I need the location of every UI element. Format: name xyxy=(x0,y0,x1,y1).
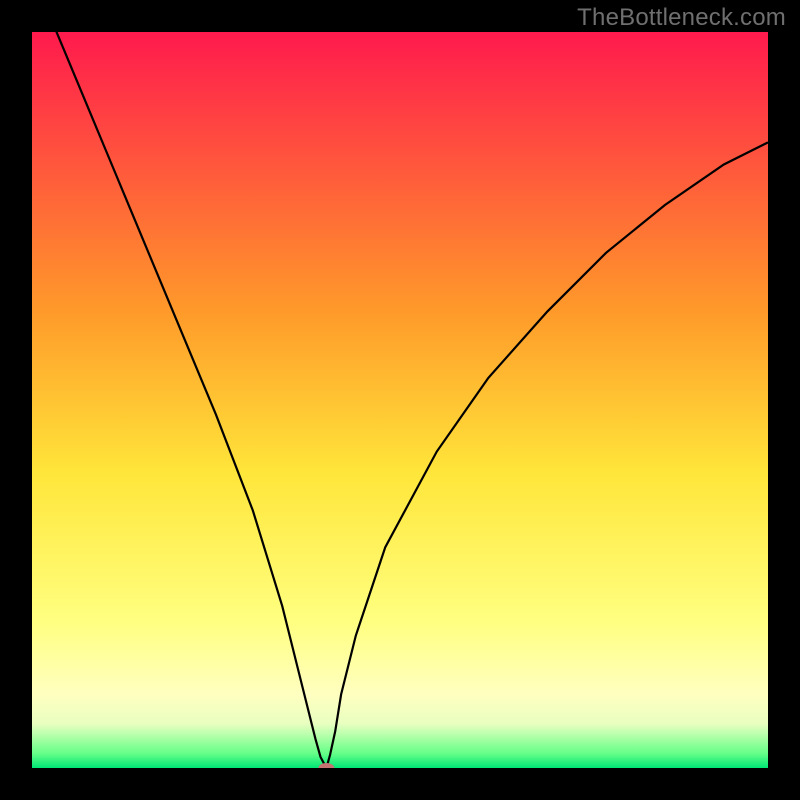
watermark-text: TheBottleneck.com xyxy=(577,4,786,32)
plot-area xyxy=(32,32,768,768)
chart-stage: TheBottleneck.com xyxy=(0,0,800,800)
chart-svg xyxy=(32,32,768,768)
gradient-background xyxy=(32,32,768,768)
